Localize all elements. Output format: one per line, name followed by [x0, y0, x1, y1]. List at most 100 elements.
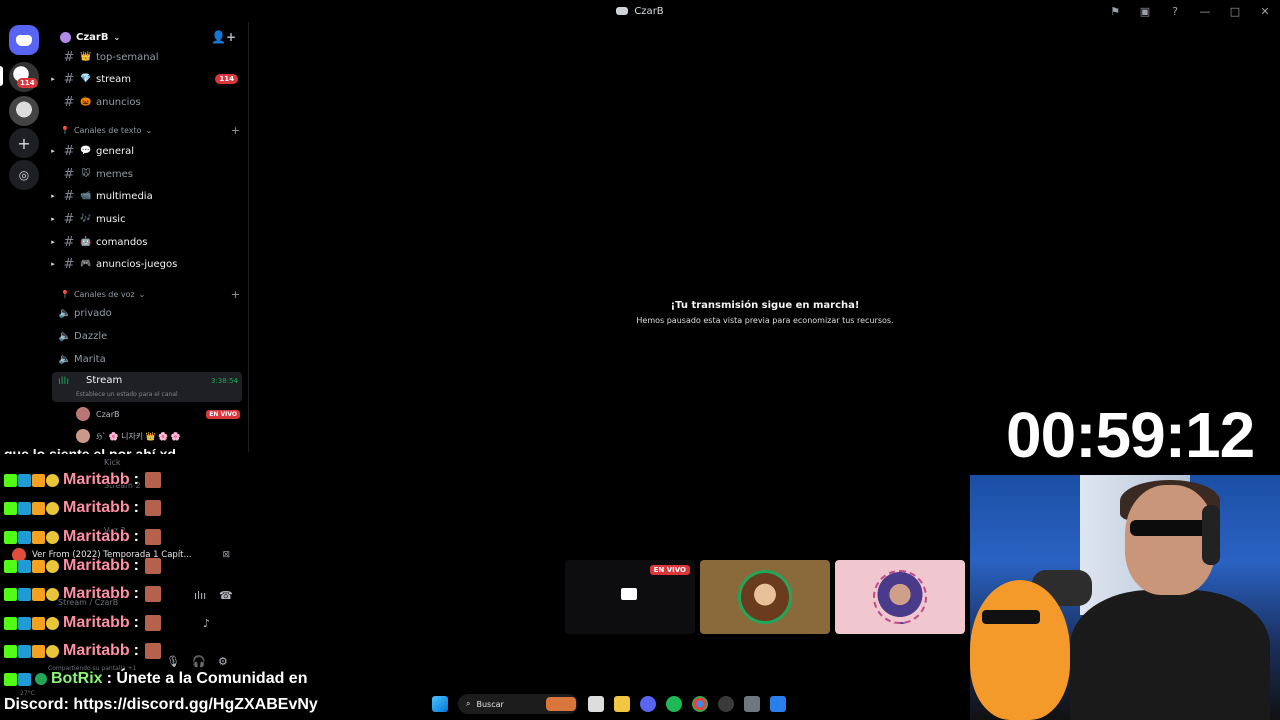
- file-explorer-icon[interactable]: [614, 696, 630, 712]
- voice-channel-name: privado: [74, 307, 112, 319]
- hash-icon: #: [63, 143, 75, 159]
- hash-icon: #: [63, 94, 75, 110]
- voice-user-name: ℌ` 🌸 니자키 👑 🌸 🌸: [96, 431, 181, 441]
- discord-home-button[interactable]: [9, 25, 39, 55]
- avatar: [76, 429, 90, 443]
- invite-people-icon[interactable]: 👤+: [211, 30, 236, 44]
- category-voice-channels[interactable]: 📍 Canales de voz ⌄ +: [60, 288, 240, 301]
- notepad-icon[interactable]: [770, 696, 786, 712]
- bot-message-link: Discord: https://discord.gg/HgZXABEvNy: [4, 696, 318, 713]
- calculator-icon[interactable]: [744, 696, 760, 712]
- chat-message: Maritabb:: [4, 583, 161, 605]
- minimize-button[interactable]: —: [1190, 0, 1220, 22]
- channel-name: anuncios-juegos: [96, 258, 178, 270]
- crown-badge-icon: [46, 530, 59, 544]
- channel-name: anuncios: [96, 96, 141, 108]
- chat-cut-line: que lo siente el por ahí xd: [4, 446, 176, 454]
- help-icon[interactable]: ?: [1160, 0, 1190, 22]
- kick-badge-icon: [4, 672, 17, 686]
- channel-top-semanal[interactable]: # 👑 top-semanal: [48, 47, 248, 67]
- spotify-icon[interactable]: [666, 696, 682, 712]
- kick-badge-icon: [4, 501, 17, 515]
- monitor-icon: [621, 588, 637, 600]
- noise-suppression-icon[interactable]: ılıı: [194, 589, 206, 602]
- chevron-down-icon: ⌄: [145, 126, 153, 135]
- sunglasses: [1130, 520, 1210, 536]
- participant-tile-screen-share[interactable]: EN VIVO: [565, 560, 695, 634]
- chat-badges: [4, 501, 59, 515]
- chat-message: Maritabb:: [4, 555, 161, 577]
- close-icon[interactable]: ⊠: [222, 550, 230, 560]
- channel-stream[interactable]: ▸ # 💎 stream 114: [48, 69, 248, 89]
- chrome-icon[interactable]: [692, 696, 708, 712]
- webcam-overlay: [970, 475, 1280, 720]
- chat-message: Maritabb:: [4, 497, 161, 519]
- gift-badge-icon: [32, 616, 45, 630]
- chat-username: Maritabb: [63, 528, 130, 545]
- voice-user-czarb[interactable]: CzarB EN VIVO: [76, 404, 246, 424]
- crown-badge-icon: [46, 473, 59, 487]
- channel-name: music: [96, 213, 126, 225]
- maximize-button[interactable]: □: [1220, 0, 1250, 22]
- channel-general[interactable]: ▸ # 💬 general: [48, 141, 248, 161]
- person-body: [1070, 590, 1270, 720]
- windows-start-icon[interactable]: [432, 696, 448, 712]
- crown-badge-icon: [46, 644, 59, 658]
- headset: [1202, 505, 1220, 565]
- voice-channel-name: Marita: [74, 353, 106, 365]
- mention-badge: 114: [215, 74, 238, 84]
- set-status-hint[interactable]: Establece un estado para el canal: [76, 391, 178, 398]
- chat-username: Maritabb: [63, 557, 130, 574]
- voice-channel-kick[interactable]: Kick: [104, 458, 121, 467]
- category-text-channels[interactable]: 📍 Canales de texto ⌄ +: [60, 124, 240, 137]
- channel-comandos[interactable]: ▸ # 🤖 comandos: [48, 232, 248, 252]
- hash-icon: #: [63, 256, 75, 272]
- voice-channel-name: Dazzle: [74, 330, 108, 342]
- channel-anuncios-juegos[interactable]: ▸ # 🎮 anuncios-juegos: [48, 254, 248, 274]
- obs-icon[interactable]: [718, 696, 734, 712]
- channel-name: top-semanal: [96, 51, 159, 63]
- crown-badge-icon: [46, 559, 59, 573]
- explore-servers-button[interactable]: ◎: [9, 160, 39, 190]
- add-channel-icon[interactable]: +: [231, 124, 240, 137]
- chat-badges: [4, 473, 59, 487]
- live-badge: EN VIVO: [206, 409, 240, 419]
- add-server-button[interactable]: +: [9, 128, 39, 158]
- participant-tile-3[interactable]: [835, 560, 965, 634]
- kick-badge-icon: [4, 530, 17, 544]
- close-button[interactable]: ✕: [1250, 0, 1280, 22]
- disconnect-icon[interactable]: ☎: [219, 589, 233, 602]
- emote-icon: [145, 500, 161, 516]
- voice-channel-dazzle[interactable]: 🔈 Dazzle: [56, 326, 244, 346]
- headphones-icon[interactable]: 🎧: [192, 655, 206, 668]
- screen-share-icon[interactable]: ▣: [1130, 0, 1160, 22]
- settings-gear-icon[interactable]: ⚙: [218, 655, 228, 668]
- notice-heading: ¡Tu transmisión sigue en marcha!: [670, 300, 860, 311]
- discord-taskbar-icon[interactable]: [640, 696, 656, 712]
- voice-channel-stream-active[interactable]: ıllı Stream 3:38:54 Establece un estado …: [52, 372, 242, 402]
- add-channel-icon[interactable]: +: [231, 288, 240, 301]
- inbox-icon[interactable]: ⚑: [1100, 0, 1130, 22]
- plush-toy: [970, 580, 1070, 720]
- channel-memes[interactable]: # 🐭 memes: [48, 164, 248, 184]
- channel-multimedia[interactable]: ▸ # 📹 multimedia: [48, 186, 248, 206]
- soundboard-icon[interactable]: ♪: [203, 617, 210, 630]
- verified-bot-icon: [35, 673, 47, 685]
- participant-tile-2[interactable]: [700, 560, 830, 634]
- channel-anuncios[interactable]: # 🎃 anuncios: [48, 92, 248, 112]
- channel-music[interactable]: ▸ # 🎶 music: [48, 209, 248, 229]
- voice-user-2[interactable]: ℌ` 🌸 니자키 👑 🌸 🌸: [76, 426, 246, 446]
- server-icon-2[interactable]: [9, 96, 39, 126]
- emote-icon: [145, 643, 161, 659]
- category-label: Canales de texto: [73, 126, 142, 135]
- voice-channel-marita[interactable]: 🔈 Marita: [56, 349, 244, 369]
- microphone-icon[interactable]: 🎙: [166, 655, 180, 668]
- pin-icon: 📍: [60, 126, 70, 135]
- task-view-icon[interactable]: [588, 696, 604, 712]
- voice-channel-privado[interactable]: 🔈 privado: [56, 303, 244, 323]
- moderator-badge-icon: [18, 616, 31, 630]
- chat-username: Maritabb: [63, 614, 130, 631]
- channel-emoji: 🎮: [80, 259, 92, 269]
- taskbar-search[interactable]: ⌕ Buscar: [458, 694, 578, 714]
- gift-badge-icon: [32, 473, 45, 487]
